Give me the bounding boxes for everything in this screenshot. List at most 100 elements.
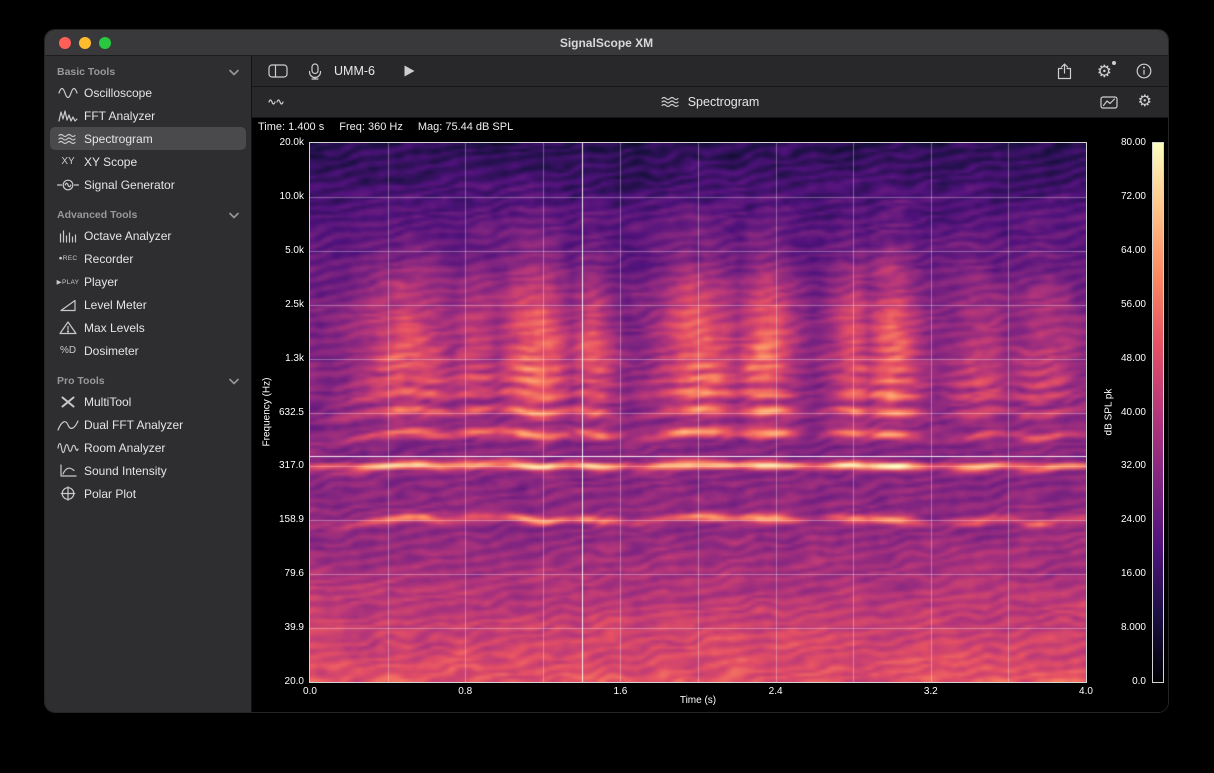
sidebar-item-multitool[interactable]: MultiTool (50, 390, 246, 413)
sidebar-item-dual-fft-analyzer[interactable]: Dual FFT Analyzer (50, 413, 246, 436)
chevron-down-icon[interactable] (229, 69, 239, 76)
sidebar-item-recorder[interactable]: ●RECRecorder (50, 247, 246, 270)
chevron-down-icon[interactable] (229, 378, 239, 385)
sidebar-item-label: FFT Analyzer (84, 109, 155, 123)
x-axis-label: Time (s) (648, 695, 748, 706)
sidebar-section-basic-tools[interactable]: Basic Tools (45, 62, 251, 81)
sidebar-item-level-meter[interactable]: Level Meter (50, 293, 246, 316)
viewbar: Spectrogram ⚙ (252, 87, 1168, 118)
freq-tick-label: 158.9 (258, 514, 304, 525)
dosimeter-icon: %D (54, 345, 82, 356)
sidebar-item-max-levels[interactable]: Max Levels (50, 316, 246, 339)
close-button[interactable] (59, 37, 71, 49)
time-tick-label: 3.2 (911, 686, 951, 697)
statusbar: Time: 1.400 s Freq: 360 Hz Mag: 75.44 dB… (252, 118, 1168, 135)
sidebar-item-label: MultiTool (84, 395, 131, 409)
play-button[interactable] (403, 64, 416, 78)
freq-tick-label: 20.0k (258, 137, 304, 148)
chevron-down-icon[interactable] (229, 212, 239, 219)
settings-badge (1112, 61, 1116, 65)
freq-tick-label: 1.3k (258, 353, 304, 364)
player-icon: ▶PLAY (54, 278, 82, 286)
dual-fft-analyzer-icon (54, 418, 82, 432)
section-label: Pro Tools (57, 375, 105, 387)
max-levels-icon (54, 320, 82, 335)
oscilloscope-icon (54, 86, 82, 100)
sidebar-item-oscilloscope[interactable]: Oscilloscope (50, 81, 246, 104)
titlebar[interactable]: SignalScope XM (45, 30, 1168, 56)
status-mag: Mag: 75.44 dB SPL (418, 121, 513, 133)
sidebar-item-label: Octave Analyzer (84, 229, 171, 243)
zoom-button[interactable] (99, 37, 111, 49)
colorbar-tick-label: 8.000 (1096, 622, 1146, 633)
sidebar-item-room-analyzer[interactable]: Room Analyzer (50, 436, 246, 459)
sidebar-item-label: XY Scope (84, 155, 137, 169)
freq-tick-label: 2.5k (258, 299, 304, 310)
sidebar-item-label: Recorder (84, 252, 133, 266)
sidebar-item-label: Player (84, 275, 118, 289)
minimize-button[interactable] (79, 37, 91, 49)
view-title-group: Spectrogram (252, 87, 1168, 117)
time-tick-label: 4.0 (1066, 686, 1106, 697)
freq-tick-label: 317.0 (258, 460, 304, 471)
signal-levels-icon[interactable] (268, 95, 284, 109)
sidebar-item-dosimeter[interactable]: %DDosimeter (50, 339, 246, 362)
chart-display-button[interactable] (1100, 95, 1118, 110)
signal-generator-icon (54, 178, 82, 192)
share-button[interactable] (1056, 63, 1073, 80)
view-title: Spectrogram (688, 95, 760, 109)
sidebar-item-label: Dosimeter (84, 344, 139, 358)
colorbar-tick-label: 72.00 (1096, 191, 1146, 202)
recorder-icon: ●REC (54, 255, 82, 262)
colorbar-tick-label: 80.00 (1096, 137, 1146, 148)
sidebar-item-sound-intensity[interactable]: Sound Intensity (50, 459, 246, 482)
sidebar-item-polar-plot[interactable]: Polar Plot (50, 482, 246, 505)
window-title: SignalScope XM (45, 36, 1168, 50)
sidebar-item-label: Room Analyzer (84, 441, 165, 455)
spectrogram-icon (54, 132, 82, 146)
sidebar-item-label: Max Levels (84, 321, 145, 335)
sidebar-toggle-icon[interactable] (268, 63, 288, 79)
xy-scope-icon: XY (54, 156, 82, 167)
level-meter-icon (54, 298, 82, 312)
colorbar-tick-label: 32.00 (1096, 460, 1146, 471)
spectrogram-canvas[interactable] (309, 142, 1087, 683)
sidebar-section-pro-tools[interactable]: Pro Tools (45, 371, 251, 390)
status-freq: Freq: 360 Hz (339, 121, 403, 133)
sidebar-item-fft-analyzer[interactable]: FFT Analyzer (50, 104, 246, 127)
sidebar-item-spectrogram[interactable]: Spectrogram (50, 127, 246, 150)
sidebar-item-player[interactable]: ▶PLAYPlayer (50, 270, 246, 293)
sidebar-item-signal-generator[interactable]: Signal Generator (50, 173, 246, 196)
freq-tick-label: 39.9 (258, 622, 304, 633)
colorbar-tick-label: 40.00 (1096, 407, 1146, 418)
time-tick-label: 0.0 (290, 686, 330, 697)
freq-tick-label: 632.5 (258, 407, 304, 418)
freq-tick-label: 10.0k (258, 191, 304, 202)
settings-button[interactable]: ⚙ (1097, 63, 1112, 80)
section-label: Advanced Tools (57, 209, 137, 221)
colorbar (1152, 142, 1164, 683)
sidebar-section-advanced-tools[interactable]: Advanced Tools (45, 205, 251, 224)
sidebar-item-label: Signal Generator (84, 178, 175, 192)
colorbar-tick-label: 48.00 (1096, 353, 1146, 364)
sidebar-item-octave-analyzer[interactable]: Octave Analyzer (50, 224, 246, 247)
input-device-label[interactable]: UMM-6 (334, 64, 375, 78)
fft-analyzer-icon (54, 109, 82, 123)
info-button[interactable] (1136, 63, 1152, 79)
colorbar-tick-label: 64.00 (1096, 245, 1146, 256)
freq-tick-label: 5.0k (258, 245, 304, 256)
octave-analyzer-icon (54, 229, 82, 243)
sidebar-item-label: Dual FFT Analyzer (84, 418, 183, 432)
microphone-icon[interactable] (306, 63, 324, 80)
colorbar-tick-label: 24.00 (1096, 514, 1146, 525)
sidebar-item-xy-scope[interactable]: XYXY Scope (50, 150, 246, 173)
sound-intensity-icon (54, 463, 82, 478)
sidebar-item-label: Level Meter (84, 298, 147, 312)
display-settings-button[interactable]: ⚙ (1138, 94, 1152, 110)
freq-tick-label: 79.6 (258, 568, 304, 579)
plot-area: Frequency (Hz) Time (s) dB SPL pk 20.0k1… (252, 135, 1168, 712)
time-tick-label: 2.4 (756, 686, 796, 697)
sidebar-item-label: Sound Intensity (84, 464, 167, 478)
toolbar: UMM-6 ⚙ (252, 56, 1168, 87)
sidebar-item-label: Spectrogram (84, 132, 153, 146)
